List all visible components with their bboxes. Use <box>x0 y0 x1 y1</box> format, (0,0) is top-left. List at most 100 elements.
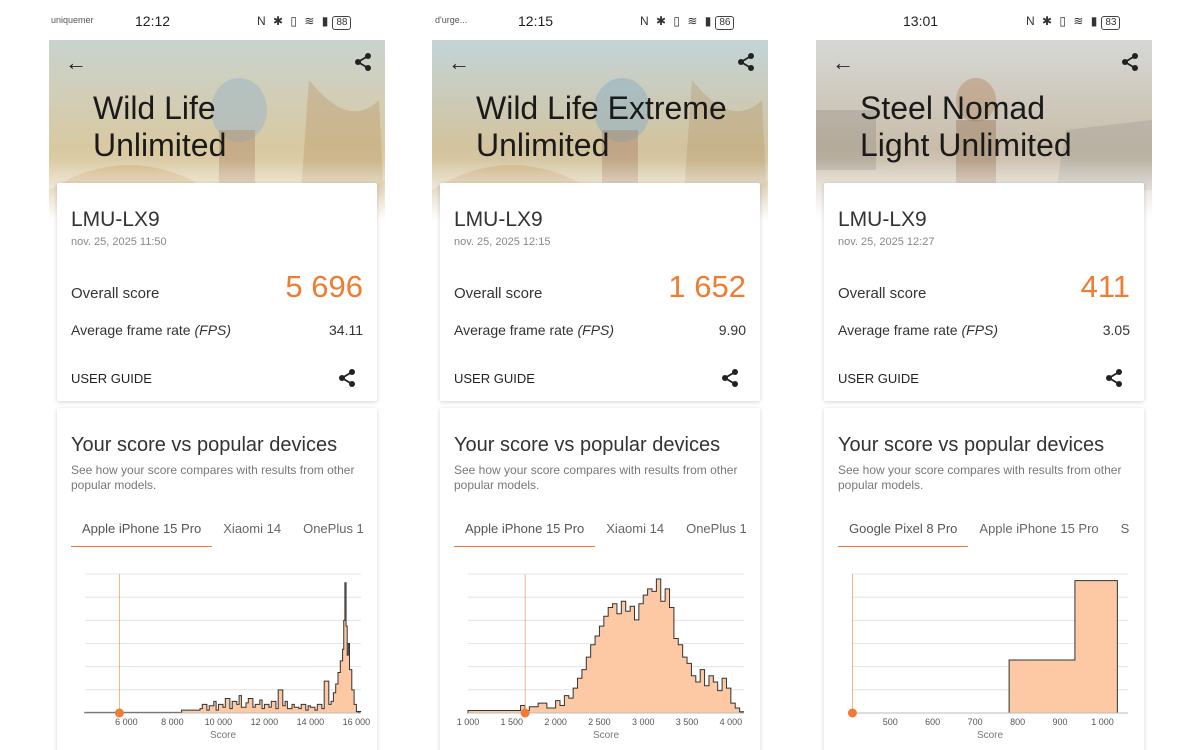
fps-unit: (FPS) <box>577 322 615 338</box>
score-histogram <box>467 578 745 714</box>
compare-subtitle: See how your score compares with results… <box>71 463 355 492</box>
x-tick-label: 16 000 <box>343 717 371 727</box>
benchmark-title-line-1: Wild Life <box>93 90 216 126</box>
score-distribution-chart: 6 000 8 000 10 000 12 000 14 000 16 000 Score <box>84 573 371 741</box>
fps-label-text: Average frame rate <box>71 322 191 338</box>
your-score-marker <box>847 708 857 718</box>
tab-device[interactable]: OnePlus 1 <box>675 521 746 547</box>
overall-score-value: 5 696 <box>285 269 363 304</box>
x-tick-label: 4 000 <box>720 717 743 727</box>
compare-card: Your score vs popular devices See how yo… <box>57 408 377 750</box>
fps-label: Average frame rate (FPS) <box>838 322 998 338</box>
benchmark-title-line-1: Steel Nomad <box>860 90 1045 126</box>
status-time: 13:01 <box>903 13 939 29</box>
score-histogram <box>1008 580 1128 714</box>
compare-card: Your score vs popular devices See how yo… <box>824 408 1144 750</box>
tab-device[interactable]: OnePlus 1 <box>292 521 363 547</box>
x-tick-label: 2 000 <box>544 717 567 727</box>
benchmark-title-line-2: Light Unlimited <box>860 127 1072 163</box>
x-tick-label: 14 000 <box>297 717 325 727</box>
status-time: 12:15 <box>518 13 554 29</box>
benchmark-title: Wild Life Extreme Unlimited <box>476 90 727 164</box>
overall-score-label: Overall score <box>838 285 927 302</box>
benchmark-title: Wild Life Unlimited <box>93 90 226 164</box>
x-axis-label: Score <box>210 730 237 741</box>
x-tick-label: 500 <box>883 717 898 727</box>
fps-unit: (FPS) <box>961 322 999 338</box>
benchmark-title-line-2: Unlimited <box>476 127 610 163</box>
score-card: LMU-LX9 nov. 25, 2025 12:15 Overall scor… <box>440 183 760 401</box>
x-tick-label: 10 000 <box>205 717 233 727</box>
x-tick-label: 3 000 <box>632 717 655 727</box>
x-axis-label: Score <box>593 730 620 741</box>
tab-device[interactable]: Apple iPhone 15 Pro <box>968 521 1109 547</box>
tab-device[interactable]: Xiaomi 14 <box>212 521 292 547</box>
x-tick-label: 600 <box>925 717 940 727</box>
score-card: LMU-LX9 nov. 25, 2025 12:27 Overall scor… <box>824 183 1144 401</box>
overall-score-label: Overall score <box>71 285 160 302</box>
share-icon[interactable] <box>720 368 740 388</box>
tab-device[interactable]: Xiaomi 14 <box>595 521 675 547</box>
fps-label: Average frame rate (FPS) <box>454 322 614 338</box>
back-arrow-icon[interactable]: ← <box>832 50 854 76</box>
compare-card: Your score vs popular devices See how yo… <box>440 408 760 750</box>
x-tick-label: 12 000 <box>251 717 279 727</box>
benchmark-title-line-2: Unlimited <box>93 127 227 163</box>
overall-score-value: 411 <box>1080 269 1130 304</box>
status-icons: N ✱ ▯ ≋ ▮ 88 <box>257 14 352 30</box>
status-icons-glyphs: N ✱ ▯ ≋ ▮ <box>257 14 331 28</box>
fps-label: Average frame rate (FPS) <box>71 322 231 338</box>
fps-value: 3.05 <box>1102 322 1130 338</box>
x-tick-label: 2 500 <box>588 717 611 727</box>
fps-label-text: Average frame rate <box>838 322 958 338</box>
tab-device[interactable]: Sa <box>1110 521 1130 547</box>
status-bar: igence uniquemer 12:12 N ✱ ▯ ≋ ▮88 <box>49 0 385 40</box>
compare-subtitle: See how your score compares with results… <box>454 463 738 492</box>
overall-score-label: Overall score <box>454 285 543 302</box>
device-name: LMU-LX9 <box>838 208 927 231</box>
benchmark-title: Steel Nomad Light Unlimited <box>860 90 1072 164</box>
phone-screen-wild-life: igence uniquemer 12:12 N ✱ ▯ ≋ ▮88 Wild … <box>49 0 385 750</box>
status-icons: N ✱ ▯ ≋ ▮ 86 <box>640 14 735 30</box>
battery-icon: 88 <box>332 16 352 30</box>
tab-device[interactable]: Apple iPhone 15 Pro <box>71 521 213 547</box>
device-name: LMU-LX9 <box>71 208 160 231</box>
status-time: 12:12 <box>135 13 171 29</box>
x-tick-label: 8 000 <box>161 717 184 727</box>
x-tick-label: 900 <box>1053 717 1068 727</box>
share-icon[interactable] <box>736 52 756 72</box>
fps-unit: (FPS) <box>194 322 232 338</box>
benchmark-title-line-1: Wild Life Extreme <box>476 90 727 126</box>
share-icon[interactable] <box>1120 52 1140 72</box>
share-icon[interactable] <box>1104 368 1124 388</box>
test-date: nov. 25, 2025 11:50 <box>71 236 167 248</box>
score-distribution-chart: 1 000 1 500 2 000 2 500 3 000 3 500 4 000 Score <box>457 573 745 741</box>
compare-title: Your score vs popular devices <box>838 434 1105 456</box>
x-tick-label: 1 500 <box>501 717 524 727</box>
x-tick-label: 1 000 <box>457 717 480 727</box>
score-histogram <box>84 582 362 714</box>
back-arrow-icon[interactable]: ← <box>448 50 470 76</box>
status-notification: Appels d'urge... <box>432 15 468 25</box>
device-tabs: Google Pixel 8 ProApple iPhone 15 ProSa <box>838 520 1130 547</box>
fps-label-text: Average frame rate <box>454 322 574 338</box>
user-guide-link[interactable]: USER GUIDE <box>838 371 919 386</box>
user-guide-link[interactable]: USER GUIDE <box>454 371 535 386</box>
tab-device[interactable]: Apple iPhone 15 Pro <box>454 521 596 547</box>
share-icon[interactable] <box>337 368 357 388</box>
x-tick-label: 6 000 <box>115 717 138 727</box>
device-name: LMU-LX9 <box>454 208 543 231</box>
status-bar: Appels d'urge... 12:15 N ✱ ▯ ≋ ▮86 <box>432 0 768 40</box>
x-tick-label: 800 <box>1010 717 1025 727</box>
status-bar: ement 13:01 N ✱ ▯ ≋ ▮83 <box>816 0 1152 40</box>
back-arrow-icon[interactable]: ← <box>65 50 87 76</box>
tab-device[interactable]: Google Pixel 8 Pro <box>838 521 969 547</box>
user-guide-link[interactable]: USER GUIDE <box>71 371 152 386</box>
device-tabs: Apple iPhone 15 Pro Xiaomi 14 OnePlus 1 <box>71 520 363 547</box>
device-tabs: Apple iPhone 15 Pro Xiaomi 14 OnePlus 1 <box>454 520 746 547</box>
test-date: nov. 25, 2025 12:15 <box>454 236 551 248</box>
battery-icon: 83 <box>1101 16 1121 30</box>
phone-screen-wild-life-extreme: Appels d'urge... 12:15 N ✱ ▯ ≋ ▮86 Wild … <box>432 0 768 750</box>
share-icon[interactable] <box>353 52 373 72</box>
score-distribution-chart: 500 600 700 800 900 1 000 Score <box>847 573 1128 741</box>
